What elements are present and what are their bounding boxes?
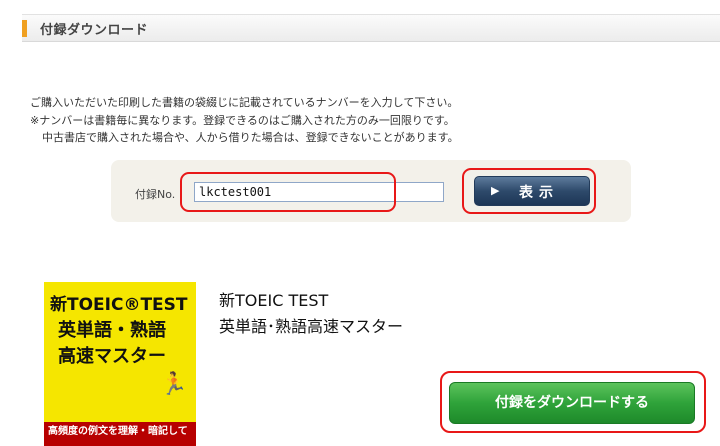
book-title: 新TOEIC TEST 英単語･熟語高速マスター	[219, 288, 403, 340]
download-appendix-button[interactable]: 付録をダウンロードする	[449, 382, 695, 424]
runner-illustration-icon: 🏃	[160, 372, 188, 397]
section-header: 付録ダウンロード	[22, 14, 720, 42]
show-button-label: 表示	[519, 185, 559, 201]
cover-title-3: 高速マスター	[58, 346, 166, 367]
play-triangle-icon: ▶	[491, 184, 500, 197]
appendix-number-label: 付録No.	[135, 188, 176, 201]
appendix-number-input[interactable]: lkctest001	[194, 182, 444, 202]
book-cover-image: 新TOEIC®TEST 英単語・熟語 高速マスター 🏃 高頻度の例文を理解・暗記…	[44, 282, 196, 446]
instruction-line-3: 中古書店で購入された場合や、人から借りた場合は、登録できないことがあります。	[42, 131, 459, 144]
book-title-line-2: 英単語･熟語高速マスター	[219, 317, 404, 336]
header-accent-bar	[22, 20, 27, 37]
section-title: 付録ダウンロード	[40, 23, 149, 38]
instruction-line-1: ご購入いただいた印刷した書籍の袋綴じに記載されているナンバーを入力して下さい。	[30, 96, 459, 109]
cover-title-1: 新TOEIC®TEST	[50, 295, 188, 315]
book-title-line-1: 新TOEIC TEST	[219, 291, 329, 310]
show-button[interactable]: ▶ 表示	[474, 176, 590, 206]
instructions: ご購入いただいた印刷した書籍の袋綴じに記載されているナンバーを入力して下さい。 …	[30, 94, 459, 147]
cover-title-2: 英単語・熟語	[58, 320, 166, 341]
instruction-line-2: ※ナンバーは書籍毎に異なります。登録できるのはご購入された方のみ一回限りです。	[30, 113, 455, 127]
cover-band: 高頻度の例文を理解・暗記して	[44, 422, 196, 446]
